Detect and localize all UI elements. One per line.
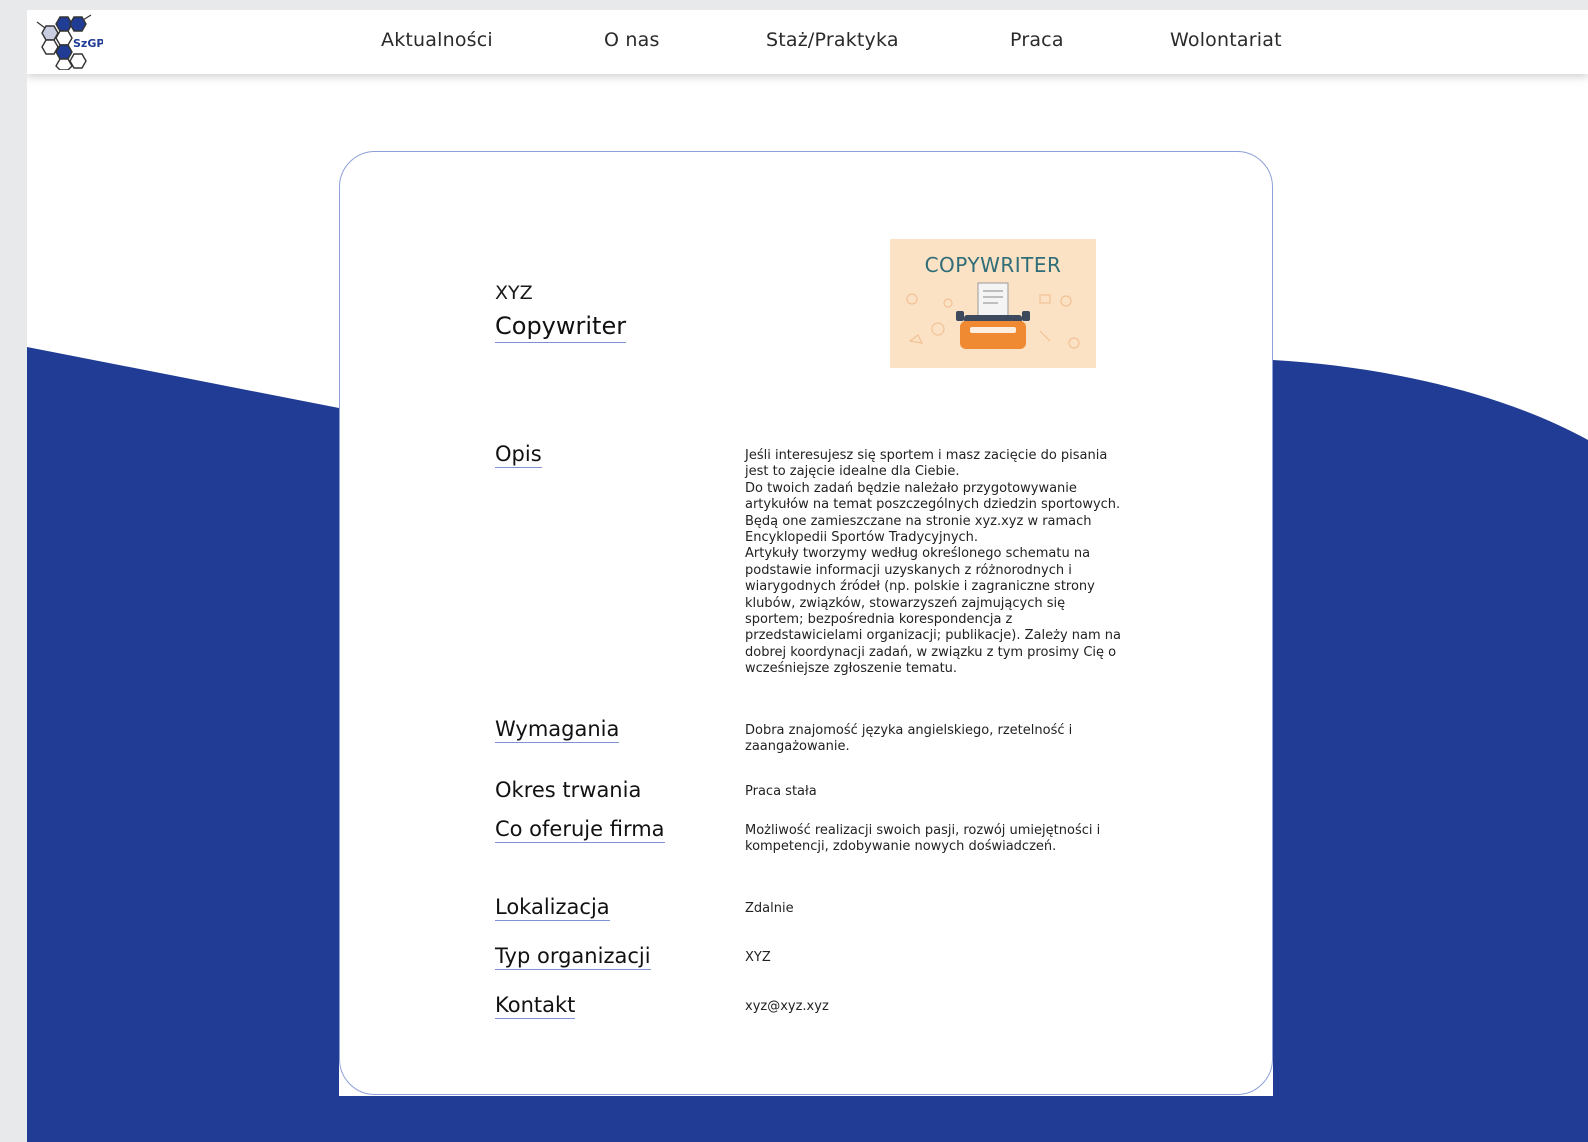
- nav-wolontariat[interactable]: Wolontariat: [1170, 29, 1282, 51]
- nav-aktualnosci[interactable]: Aktualności: [381, 29, 493, 51]
- section-label-okres-trwania: Okres trwania: [495, 778, 642, 802]
- page-frame: SzGP Aktualności O nas Staż/Praktyka Pra…: [27, 10, 1588, 1142]
- section-value-typ-organizacji: XYZ: [745, 950, 771, 965]
- job-offer-card: XYZ Copywriter COPYWRITER Opis Jeśli int…: [339, 151, 1273, 1095]
- szgp-logo-icon[interactable]: SzGP: [33, 14, 103, 70]
- section-label-co-oferuje-firma: Co oferuje firma: [495, 817, 665, 843]
- section-value-lokalizacja: Zdalnie: [745, 901, 794, 916]
- copywriter-illustration-image: COPYWRITER: [890, 239, 1096, 368]
- section-label-typ-organizacji: Typ organizacji: [495, 944, 651, 970]
- nav-praca[interactable]: Praca: [1010, 29, 1064, 51]
- section-value-wymagania: Dobra znajomość języka angielskiego, rze…: [745, 723, 1073, 755]
- section-label-kontakt: Kontakt: [495, 993, 576, 1019]
- nav-staz-praktyka[interactable]: Staż/Praktyka: [766, 29, 899, 51]
- section-value-co-oferuje-firma: Możliwość realizacji swoich pasji, rozwó…: [745, 823, 1101, 855]
- job-title: Copywriter: [495, 312, 627, 343]
- section-label-wymagania: Wymagania: [495, 717, 620, 743]
- section-value-opis: Jeśli interesujesz się sportem i masz za…: [745, 448, 1121, 677]
- nav-o-nas[interactable]: O nas: [604, 29, 660, 51]
- company-name: XYZ: [495, 282, 533, 304]
- top-navigation-bar: SzGP Aktualności O nas Staż/Praktyka Pra…: [27, 10, 1588, 74]
- image-banner-text: COPYWRITER: [925, 253, 1062, 277]
- section-label-lokalizacja: Lokalizacja: [495, 895, 610, 921]
- section-value-kontakt[interactable]: xyz@xyz.xyz: [745, 999, 1125, 1015]
- logo-text: SzGP: [73, 37, 103, 50]
- section-label-opis: Opis: [495, 442, 542, 468]
- section-value-okres-trwania: Praca stała: [745, 784, 817, 799]
